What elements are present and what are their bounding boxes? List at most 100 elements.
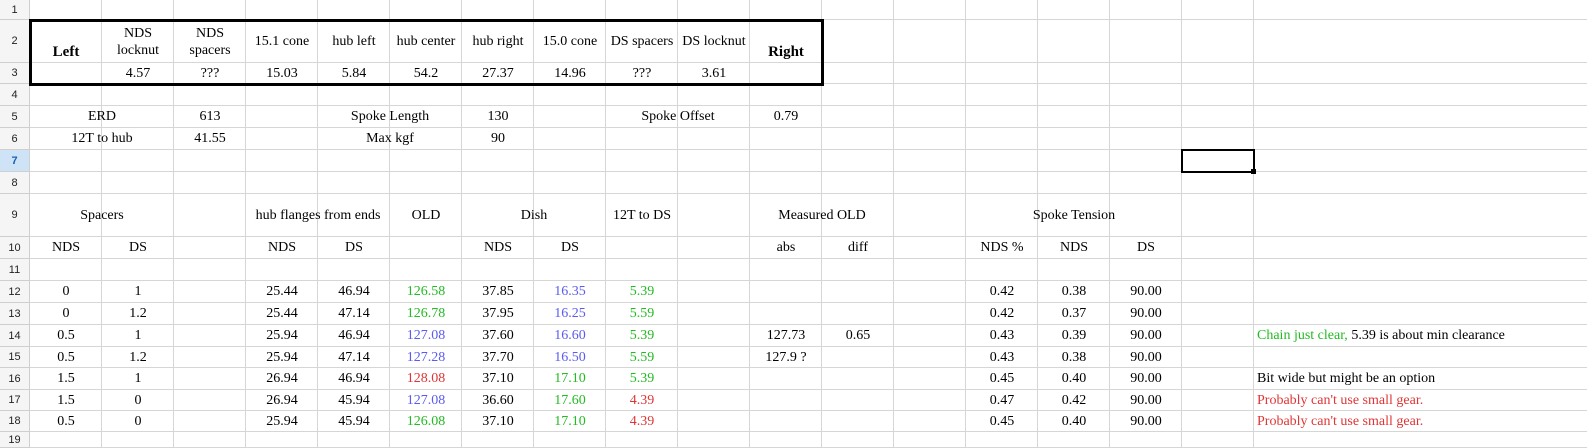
cell-r18-c8[interactable]: 4.39: [606, 411, 678, 432]
row-header-12[interactable]: 12: [0, 281, 30, 303]
cell-r10-c13[interactable]: NDS %: [966, 237, 1038, 259]
cell-r5-c10[interactable]: 0.79: [750, 106, 822, 128]
cell-r10-c4[interactable]: DS: [318, 237, 390, 259]
cell-r12-c14[interactable]: 0.38: [1038, 281, 1110, 303]
cell-r10-c11[interactable]: diff: [822, 237, 894, 259]
cell-r18-c4[interactable]: 45.94: [318, 411, 390, 432]
cell-r13-c7[interactable]: 16.25: [534, 303, 606, 325]
cell-r5-c8[interactable]: Spoke Offset: [606, 106, 750, 128]
cell-r14-c1[interactable]: 1: [102, 325, 174, 347]
cell-r15-c5[interactable]: 127.28: [390, 347, 462, 368]
cell-r12-c4[interactable]: 46.94: [318, 281, 390, 303]
cell-r12-c3[interactable]: 25.44: [246, 281, 318, 303]
cell-r13-c13[interactable]: 0.42: [966, 303, 1038, 325]
cell-r12-c6[interactable]: 37.85: [462, 281, 534, 303]
spreadsheet-grid[interactable]: 1 2 3 4 5 6 7 8 9 10 11 12 13 14 15 16 17 18 19 Left NDS loc…: [0, 0, 1587, 448]
cell-r10-c1[interactable]: DS: [102, 237, 174, 259]
cell-r12-c7[interactable]: 16.35: [534, 281, 606, 303]
cell-r10-c6[interactable]: NDS: [462, 237, 534, 259]
cell-r10-c10[interactable]: abs: [750, 237, 822, 259]
row-header-11[interactable]: 11: [0, 259, 30, 281]
cell-r14-c14[interactable]: 0.39: [1038, 325, 1110, 347]
cell-r16-c1[interactable]: 1: [102, 368, 174, 390]
cell-r16-c6[interactable]: 37.10: [462, 368, 534, 390]
cell-r15-c4[interactable]: 47.14: [318, 347, 390, 368]
row-header-14[interactable]: 14: [0, 325, 30, 347]
row-header-13[interactable]: 13: [0, 303, 30, 325]
row-header-7[interactable]: 7: [0, 150, 30, 172]
cell-r13-c15[interactable]: 90.00: [1110, 303, 1182, 325]
cell-r6-c0[interactable]: 12T to hub: [30, 128, 174, 150]
cell-r13-c5[interactable]: 126.78: [390, 303, 462, 325]
cell-r13-c14[interactable]: 0.37: [1038, 303, 1110, 325]
cell-r17-c8[interactable]: 4.39: [606, 390, 678, 411]
cell-r18-c14[interactable]: 0.40: [1038, 411, 1110, 432]
cell-r12-c8[interactable]: 5.39: [606, 281, 678, 303]
cell-r14-c11[interactable]: 0.65: [822, 325, 894, 347]
cell-r9-c6[interactable]: Dish: [462, 194, 606, 237]
cell-r17-c13[interactable]: 0.47: [966, 390, 1038, 411]
cell-r15-c13[interactable]: 0.43: [966, 347, 1038, 368]
cell-r18-c6[interactable]: 37.10: [462, 411, 534, 432]
cell-r14-c8[interactable]: 5.39: [606, 325, 678, 347]
cell-r10-c15[interactable]: DS: [1110, 237, 1182, 259]
cell-r14-c15[interactable]: 90.00: [1110, 325, 1182, 347]
cell-r6-c4[interactable]: Max kgf: [318, 128, 462, 150]
cell-r17-c7[interactable]: 17.60: [534, 390, 606, 411]
cell-r18-c17[interactable]: Probably can't use small gear.: [1254, 411, 1587, 432]
cell-r16-c0[interactable]: 1.5: [30, 368, 102, 390]
cell-r9-c8[interactable]: 12T to DS: [606, 194, 678, 237]
cell-r10-c7[interactable]: DS: [534, 237, 606, 259]
cell-r15-c0[interactable]: 0.5: [30, 347, 102, 368]
row-header-6[interactable]: 6: [0, 128, 30, 150]
cell-r5-c0[interactable]: ERD: [30, 106, 174, 128]
cell-r17-c4[interactable]: 45.94: [318, 390, 390, 411]
cell-r12-c1[interactable]: 1: [102, 281, 174, 303]
cell-r10-c14[interactable]: NDS: [1038, 237, 1110, 259]
cell-r9-c13[interactable]: Spoke Tension: [966, 194, 1182, 237]
cell-r16-c7[interactable]: 17.10: [534, 368, 606, 390]
cell-r16-c14[interactable]: 0.40: [1038, 368, 1110, 390]
cell-r15-c6[interactable]: 37.70: [462, 347, 534, 368]
cell-r14-c7[interactable]: 16.60: [534, 325, 606, 347]
active-cell-cursor[interactable]: [1181, 149, 1255, 173]
cell-r18-c15[interactable]: 90.00: [1110, 411, 1182, 432]
cell-r14-c10[interactable]: 127.73: [750, 325, 822, 347]
cell-r16-c5[interactable]: 128.08: [390, 368, 462, 390]
cell-r10-c0[interactable]: NDS: [30, 237, 102, 259]
row-header-16[interactable]: 16: [0, 368, 30, 390]
cell-r13-c3[interactable]: 25.44: [246, 303, 318, 325]
cell-r15-c7[interactable]: 16.50: [534, 347, 606, 368]
row-header-9[interactable]: 9: [0, 194, 30, 237]
row-header-19[interactable]: 19: [0, 432, 30, 448]
cell-r5-c2[interactable]: 613: [174, 106, 246, 128]
cell-r17-c0[interactable]: 1.5: [30, 390, 102, 411]
cell-r16-c13[interactable]: 0.45: [966, 368, 1038, 390]
cell-r17-c3[interactable]: 26.94: [246, 390, 318, 411]
cell-r14-c17[interactable]: Chain just clear, 5.39 is about min clea…: [1254, 325, 1587, 347]
cell-r9-c3[interactable]: hub flanges from ends: [246, 194, 390, 237]
cell-r18-c1[interactable]: 0: [102, 411, 174, 432]
cell-r18-c3[interactable]: 25.94: [246, 411, 318, 432]
cell-r18-c7[interactable]: 17.10: [534, 411, 606, 432]
cell-r17-c1[interactable]: 0: [102, 390, 174, 411]
cell-r16-c8[interactable]: 5.39: [606, 368, 678, 390]
cell-r13-c1[interactable]: 1.2: [102, 303, 174, 325]
cell-r17-c15[interactable]: 90.00: [1110, 390, 1182, 411]
cell-r13-c8[interactable]: 5.59: [606, 303, 678, 325]
cell-r14-c3[interactable]: 25.94: [246, 325, 318, 347]
cell-r10-c3[interactable]: NDS: [246, 237, 318, 259]
cell-r12-c5[interactable]: 126.58: [390, 281, 462, 303]
cell-r13-c0[interactable]: 0: [30, 303, 102, 325]
cell-r17-c6[interactable]: 36.60: [462, 390, 534, 411]
cell-r14-c13[interactable]: 0.43: [966, 325, 1038, 347]
cell-r17-c5[interactable]: 127.08: [390, 390, 462, 411]
cell-r5-c6[interactable]: 130: [462, 106, 534, 128]
row-header-3[interactable]: 3: [0, 63, 30, 84]
cell-r18-c13[interactable]: 0.45: [966, 411, 1038, 432]
cell-r15-c14[interactable]: 0.38: [1038, 347, 1110, 368]
cell-r17-c14[interactable]: 0.42: [1038, 390, 1110, 411]
cell-r14-c4[interactable]: 46.94: [318, 325, 390, 347]
cell-r5-c4[interactable]: Spoke Length: [318, 106, 462, 128]
cell-r9-c5[interactable]: OLD: [390, 194, 462, 237]
